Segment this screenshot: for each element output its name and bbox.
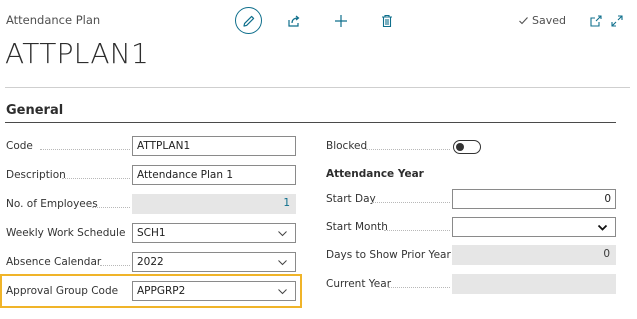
leader-dots <box>92 207 130 208</box>
saved-label: Saved <box>532 14 566 27</box>
blocked-toggle[interactable] <box>453 140 481 154</box>
section-divider <box>5 122 616 123</box>
weekly-work-schedule-dropdown[interactable]: SCH1 <box>132 223 296 243</box>
field-label: Blocked <box>326 140 368 152</box>
field-label: Code <box>6 140 33 152</box>
page-caption: Attendance Plan <box>6 13 101 27</box>
weekly-work-schedule-value: SCH1 <box>137 227 166 239</box>
pencil-icon <box>242 15 254 27</box>
field-row-start-day: Start Day 0 <box>326 189 616 211</box>
leader-dots <box>40 149 130 150</box>
absence-calendar-dropdown[interactable]: 2022 <box>132 252 296 272</box>
open-in-new-icon <box>590 15 602 27</box>
trash-icon <box>382 14 392 28</box>
field-row-no-of-employees: No. of Employees 1 <box>6 194 298 216</box>
description-input[interactable]: Attendance Plan 1 <box>132 165 296 185</box>
field-label: Approval Group Code <box>6 285 119 297</box>
leader-dots <box>366 149 450 150</box>
attendance-year-heading: Attendance Year <box>326 168 424 180</box>
field-row-code: Code ATTPLAN1 <box>6 136 298 158</box>
field-label: Current Year <box>326 278 392 290</box>
share-icon <box>288 15 300 27</box>
delete-button[interactable] <box>374 8 400 34</box>
field-label: Days to Show Prior Year <box>326 249 451 261</box>
absence-calendar-value: 2022 <box>137 256 164 268</box>
leader-dots <box>62 178 130 179</box>
field-row-days-to-show-prior-year: Days to Show Prior Year 0 <box>326 245 616 267</box>
field-row-weekly-work-schedule: Weekly Work Schedule SCH1 <box>6 223 298 245</box>
chevron-down-icon <box>597 224 608 231</box>
field-row-approval-group-code: Approval Group Code APPGRP2 <box>6 281 298 303</box>
leader-dots <box>100 265 130 266</box>
current-year-value[interactable] <box>452 274 616 294</box>
saved-status: Saved <box>518 14 566 27</box>
start-day-input[interactable]: 0 <box>452 189 616 209</box>
edit-button[interactable] <box>235 7 262 34</box>
new-button[interactable] <box>328 8 354 34</box>
page-title: ATTPLAN1 <box>5 37 150 70</box>
plus-icon <box>335 15 347 27</box>
approval-group-code-dropdown[interactable]: APPGRP2 <box>132 281 296 301</box>
share-button[interactable] <box>281 8 307 34</box>
field-label: Absence Calendar <box>6 256 102 268</box>
check-icon <box>519 17 528 25</box>
section-title[interactable]: General <box>6 103 63 118</box>
chevron-down-icon <box>278 231 287 237</box>
field-label: No. of Employees <box>6 198 98 210</box>
days-to-show-prior-year-value[interactable]: 0 <box>452 245 616 265</box>
start-month-select[interactable] <box>452 217 616 237</box>
field-row-start-month: Start Month <box>326 217 616 239</box>
leader-dots <box>384 230 450 231</box>
expand-button[interactable] <box>604 8 630 34</box>
leader-dots <box>388 287 450 288</box>
chevron-down-icon <box>278 289 287 295</box>
no-of-employees-value[interactable]: 1 <box>132 194 296 214</box>
code-input[interactable]: ATTPLAN1 <box>132 136 296 156</box>
expand-icon <box>611 15 623 27</box>
toggle-knob <box>456 142 464 151</box>
approval-group-code-value: APPGRP2 <box>137 285 186 297</box>
field-row-current-year: Current Year <box>326 274 616 296</box>
field-row-absence-calendar: Absence Calendar 2022 <box>6 252 298 274</box>
field-label: Start Day <box>326 193 376 205</box>
field-label: Start Month <box>326 221 388 233</box>
field-label: Description <box>6 169 66 181</box>
leader-dots <box>372 202 450 203</box>
header-divider <box>5 87 630 88</box>
field-row-description: Description Attendance Plan 1 <box>6 165 298 187</box>
field-label: Weekly Work Schedule <box>6 227 126 239</box>
chevron-down-icon <box>278 260 287 266</box>
